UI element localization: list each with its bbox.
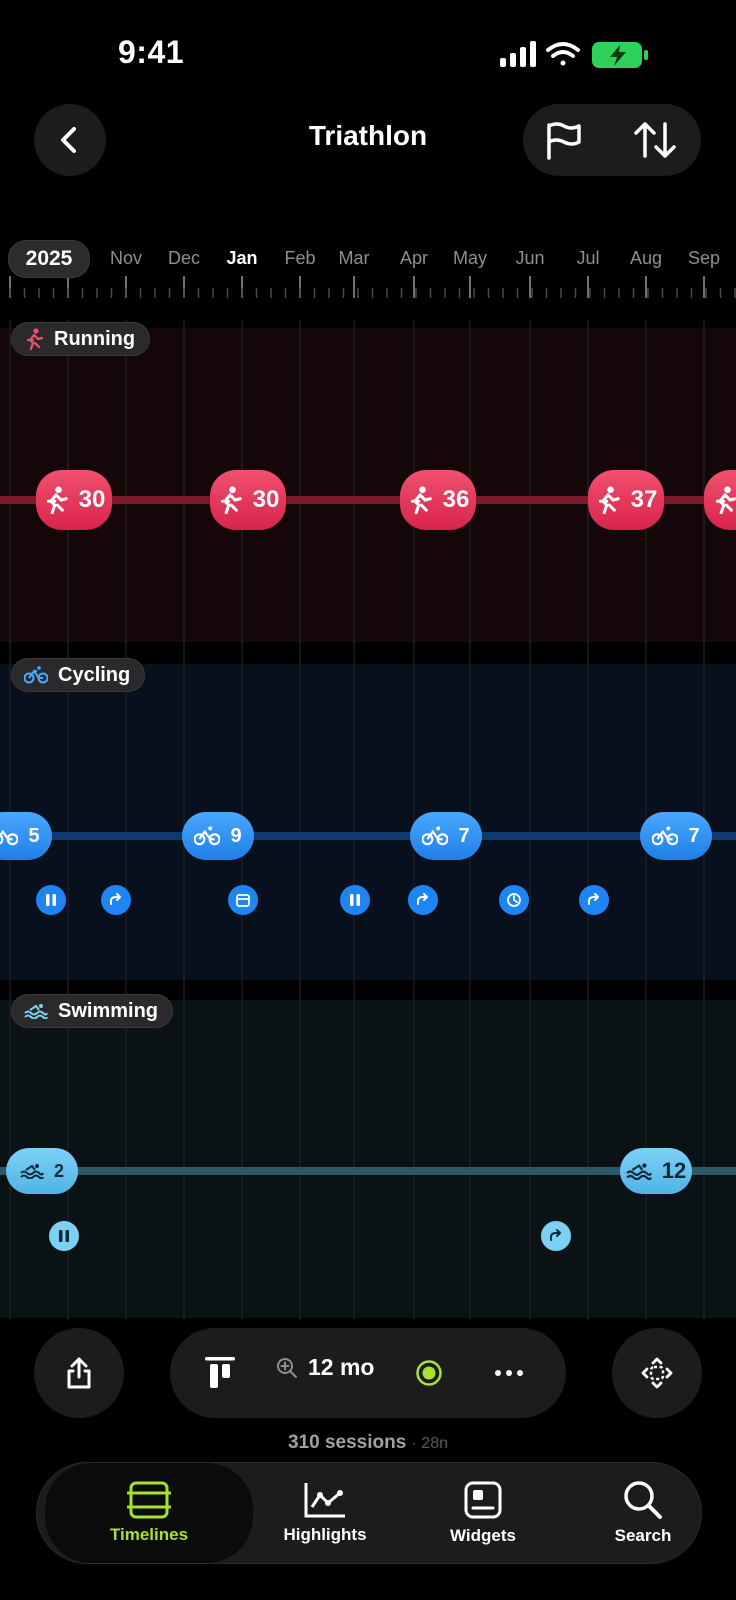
focus-icon: [641, 1357, 673, 1389]
running-count: 30: [252, 486, 280, 513]
redo-event-icon[interactable]: [101, 885, 131, 915]
cycling-bubble[interactable]: 7: [410, 812, 482, 860]
section-label-text: Cycling: [58, 663, 131, 686]
zoom-in-icon: [277, 1357, 297, 1378]
timeline-axis[interactable]: Nov Dec Jan Feb Mar Apr May Jun Jul Aug Sep: [0, 236, 736, 326]
month-label: May: [452, 248, 488, 268]
redo-event-icon[interactable]: [408, 885, 438, 915]
tab-bar: Timelines Highlights Widgets Search: [36, 1462, 702, 1564]
pause-event-icon[interactable]: [49, 1221, 79, 1251]
status-time: 9:41: [118, 34, 185, 70]
cycling-bubble[interactable]: 5: [0, 812, 52, 860]
sessions-extra: · 28n: [411, 1435, 449, 1452]
month-label: Aug: [629, 248, 663, 268]
running-icon: [220, 486, 242, 514]
redo-event-icon[interactable]: [541, 1221, 571, 1251]
tab-widgets[interactable]: Widgets: [391, 1463, 575, 1563]
share-button[interactable]: [34, 1328, 124, 1418]
pause-event-icon[interactable]: [340, 885, 370, 915]
redo-event-icon[interactable]: [579, 885, 609, 915]
month-label: Jan: [226, 248, 258, 268]
running-bubble[interactable]: 37: [588, 470, 664, 530]
cycling-count: 9: [230, 824, 242, 847]
zoom-label: 12 mo: [308, 1354, 375, 1380]
more-icon[interactable]: [494, 1368, 524, 1378]
zoom-control[interactable]: 12 mo: [276, 1354, 374, 1381]
sort-icon[interactable]: [633, 120, 677, 160]
month-label: Nov: [109, 248, 143, 268]
cycling-icon: [194, 826, 221, 846]
tab-search[interactable]: Search: [551, 1463, 735, 1563]
tab-timelines[interactable]: Timelines: [45, 1463, 253, 1563]
running-icon: [46, 486, 68, 514]
swimming-icon: [24, 1004, 48, 1019]
swimming-icon: [20, 1164, 44, 1179]
month-label: Feb: [284, 248, 316, 268]
cycling-bubble[interactable]: 9: [182, 812, 254, 860]
align-top-icon[interactable]: [204, 1356, 236, 1390]
month-label: Dec: [167, 248, 201, 268]
wifi-icon: [546, 42, 580, 66]
running-icon: [715, 486, 736, 514]
tab-label: Highlights: [283, 1525, 367, 1544]
running-icon: [410, 486, 432, 514]
share-icon: [67, 1357, 91, 1389]
tab-label: Widgets: [450, 1526, 516, 1545]
tab-label: Search: [614, 1526, 672, 1545]
axis-ticks: [9, 276, 736, 298]
cycling-icon: [422, 826, 449, 846]
pause-event-icon[interactable]: [36, 885, 66, 915]
swimming-icon: [626, 1163, 652, 1180]
tab-highlights[interactable]: Highlights: [233, 1463, 417, 1563]
section-label-cycling: Cycling: [11, 658, 146, 692]
cycling-count: 7: [688, 824, 700, 847]
cycling-icon: [24, 666, 48, 684]
section-label-text: Running: [54, 327, 136, 350]
running-bubble[interactable]: 36: [400, 470, 476, 530]
cycling-count: 5: [28, 824, 40, 847]
swimming-count: 2: [53, 1160, 64, 1181]
cycling-icon: [0, 829, 19, 846]
widgets-icon: [464, 1481, 502, 1519]
month-label: Sep: [687, 248, 721, 268]
running-bubble[interactable]: 30: [36, 470, 112, 530]
highlights-icon: [304, 1483, 345, 1518]
cycling-bubble[interactable]: 7: [640, 812, 712, 860]
running-icon: [598, 486, 620, 514]
running-bubble[interactable]: 30: [210, 470, 286, 530]
battery-icon: [592, 42, 648, 68]
running-icon: [26, 328, 44, 350]
cycling-count: 7: [458, 824, 470, 847]
section-label-text: Swimming: [58, 999, 159, 1022]
year-badge: 2025: [8, 240, 90, 278]
recenter-button[interactable]: [612, 1328, 702, 1418]
timelines-icon: [127, 1481, 171, 1519]
running-count: 30: [78, 486, 106, 513]
running-count: 37: [630, 486, 658, 513]
timer-event-icon[interactable]: [499, 885, 529, 915]
timeline-controls: 12 mo: [170, 1328, 566, 1418]
month-label: Mar: [338, 248, 370, 268]
live-indicator-icon[interactable]: [416, 1360, 442, 1386]
swimming-count: 12: [661, 1158, 687, 1183]
section-label-swimming: Swimming: [11, 994, 174, 1028]
search-icon: [624, 1481, 662, 1519]
signal-icon: [500, 41, 536, 67]
cycling-lane-line: [0, 832, 736, 840]
sessions-count: 310 sessions: [287, 1432, 407, 1453]
header-actions: [523, 104, 701, 176]
calendar-event-icon[interactable]: [228, 885, 258, 915]
month-label: Apr: [399, 248, 429, 268]
cycling-icon: [652, 826, 679, 846]
swimming-bubble[interactable]: 2: [6, 1148, 78, 1194]
running-count: 36: [442, 486, 470, 513]
section-label-running: Running: [11, 322, 151, 356]
tab-label: Timelines: [109, 1525, 189, 1544]
swimming-bubble[interactable]: 12: [620, 1148, 692, 1194]
sessions-summary: 310 sessions · 28n: [0, 1432, 736, 1454]
month-label: Jul: [576, 248, 600, 268]
month-label: Jun: [515, 248, 545, 268]
status-icons: [500, 41, 648, 68]
flag-icon[interactable]: [543, 120, 583, 160]
